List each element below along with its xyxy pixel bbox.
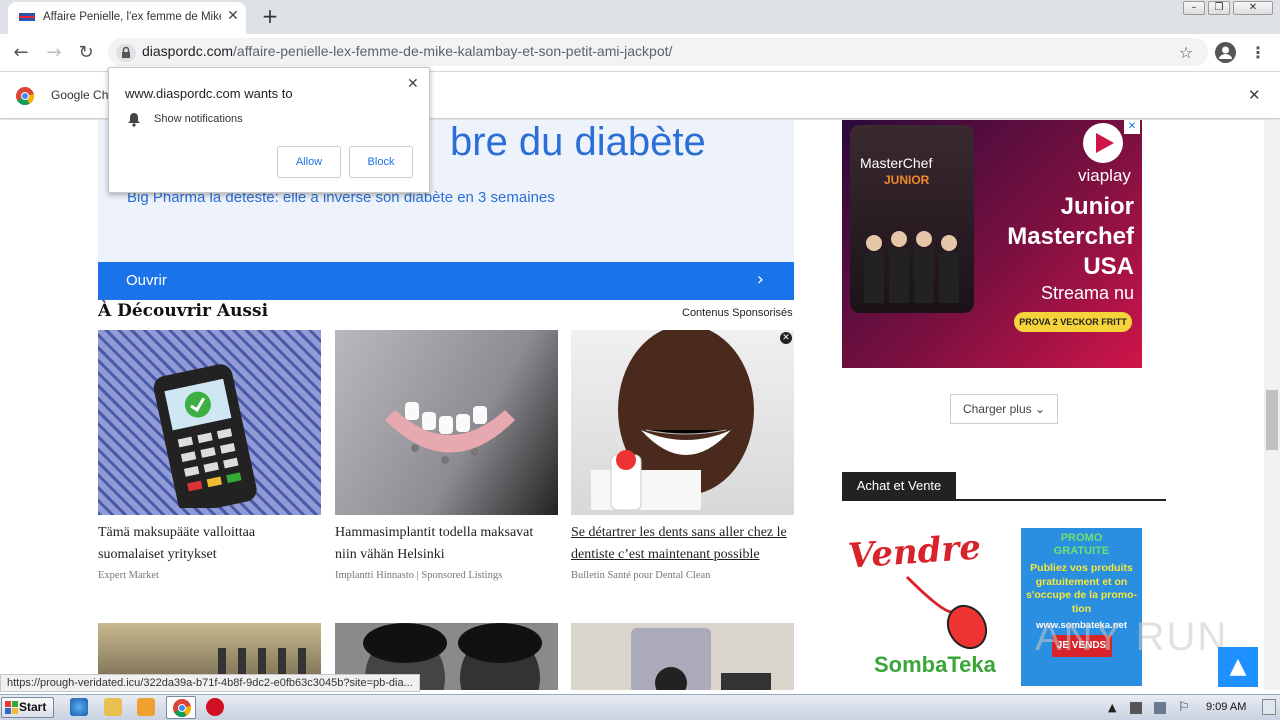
scrollbar-thumb[interactable] — [1266, 390, 1278, 450]
bell-icon — [128, 113, 140, 127]
ad-open-button[interactable]: Ouvrir › — [98, 262, 794, 300]
lock-icon[interactable] — [116, 44, 136, 62]
card-title[interactable]: Tämä maksupääte valloittaa suomalaiset y… — [98, 522, 321, 566]
sombateka-ad[interactable]: Vendre SombaTeka — [842, 527, 1012, 686]
ad-close-icon[interactable]: ✕ — [780, 332, 792, 344]
card-title[interactable]: Hammasimplantit todella maksavat niin vä… — [335, 522, 558, 566]
profile-avatar-icon[interactable] — [1215, 42, 1236, 63]
new-tab-button[interactable]: + — [258, 5, 282, 29]
recommendation-card[interactable]: Hammasimplantit todella maksavat niin vä… — [335, 330, 558, 581]
tray-arrow-icon[interactable]: ▲ — [1108, 701, 1116, 714]
adchoices-close-icon[interactable]: ✕ — [1124, 120, 1140, 134]
site-favicon-icon — [19, 13, 35, 21]
tray-network-icon[interactable] — [1130, 702, 1142, 714]
viaplay-line2: Masterchef — [1007, 223, 1134, 250]
chrome-icon — [173, 699, 191, 717]
tab-title: Affaire Penielle, l'ex femme de Mike K — [43, 11, 221, 23]
minimize-button[interactable]: – — [1183, 1, 1205, 15]
card-image-dental-implant[interactable] — [335, 330, 558, 515]
show-desktop-button[interactable] — [1262, 699, 1276, 715]
chrome-logo-icon — [16, 87, 34, 105]
ad-open-label: Ouvrir — [126, 272, 167, 289]
masterchef-title: MasterChef — [860, 155, 933, 171]
back-icon[interactable]: ← — [9, 42, 33, 64]
popup-title: www.diaspordc.com wants to — [125, 86, 293, 101]
load-more-label: Charger plus — [962, 402, 1032, 416]
viaplay-line1: Junior — [1060, 193, 1134, 220]
viaplay-stream: Streama nu — [1040, 283, 1134, 303]
vendre-text: Vendre — [846, 527, 983, 577]
internet-explorer-icon[interactable] — [70, 698, 88, 716]
masterchef-subtitle: JUNIOR — [884, 173, 930, 187]
url-text[interactable]: diaspordc.com/affaire-penielle-lex-femme… — [142, 43, 672, 59]
clock[interactable]: 9:09 AM — [1206, 701, 1246, 713]
recommendation-card[interactable]: Tämä maksupääte valloittaa suomalaiset y… — [98, 330, 321, 581]
chrome-taskbar-button[interactable] — [166, 696, 196, 719]
card-title[interactable]: Se détartrer les dents sans aller chez l… — [571, 522, 794, 566]
status-bar-url: https://prough-veridated.icu/322da39a-b7… — [0, 674, 420, 692]
scroll-to-top-button[interactable]: ▲ — [1218, 647, 1258, 687]
start-button[interactable]: Start — [1, 697, 54, 718]
section-heading: À Découvrir Aussi — [98, 301, 269, 321]
restore-button[interactable]: ❐ — [1208, 1, 1230, 15]
chevron-right-icon: › — [756, 269, 764, 290]
viaplay-brand: viaplay — [1078, 166, 1131, 185]
close-window-button[interactable]: ✕ — [1233, 1, 1273, 15]
section-title: Achat et Vente — [842, 472, 956, 499]
card-image-smiling-man[interactable]: ✕ — [571, 330, 794, 515]
allow-button[interactable]: Allow — [277, 146, 341, 178]
mouse-icon — [905, 575, 988, 650]
url-domain: diaspordc.com — [142, 43, 234, 59]
card-source: Implantti Hinnasto | Sponsored Listings — [335, 570, 503, 581]
popup-permission: Show notifications — [154, 113, 243, 125]
viaplay-line3: USA — [1083, 253, 1134, 280]
load-more-button[interactable]: Charger plus ⌄ — [950, 394, 1058, 424]
sponsored-label[interactable]: Contenus Sponsorisés — [682, 307, 793, 319]
infobar-close-icon[interactable]: ✕ — [1248, 86, 1261, 104]
bookmark-star-icon[interactable]: ☆ — [1174, 42, 1198, 64]
notification-permission-popup: www.diaspordc.com wants to ✕ Show notifi… — [108, 67, 430, 193]
tab-strip: Affaire Penielle, l'ex femme de Mike K ✕… — [0, 0, 1280, 34]
chevron-down-icon: ⌄ — [1034, 402, 1046, 416]
promo-ad[interactable]: PROMO GRATUITE Publiez vos produits grat… — [1021, 528, 1142, 686]
card-image-row2[interactable] — [571, 623, 794, 690]
file-explorer-icon[interactable] — [104, 698, 122, 716]
start-label: Start — [19, 700, 47, 714]
tray-flag-icon[interactable]: ⚐ — [1178, 700, 1190, 715]
ad-decor-icon: Santé — [690, 120, 750, 260]
vertical-scrollbar[interactable] — [1264, 120, 1280, 690]
block-button[interactable]: Block — [349, 146, 413, 178]
windows-logo-icon — [5, 701, 18, 714]
recommendation-card[interactable]: ✕ Se détartrer les dents sans aller chez… — [571, 330, 794, 581]
viaplay-logo-icon — [1083, 123, 1123, 163]
sombateka-brand: SombaTeka — [874, 652, 996, 677]
web-page: bre du diabète Big Pharma la déteste: el… — [0, 120, 1264, 690]
tab-close-icon[interactable]: ✕ — [225, 8, 241, 24]
viaplay-headline: Junior Masterchef USA — [988, 192, 1134, 282]
card-image-payment-terminal[interactable] — [98, 330, 321, 515]
url-path: /affaire-penielle-lex-femme-de-mike-kala… — [233, 43, 673, 59]
infobar-label: Google Ch — [51, 88, 109, 102]
promo-title: PROMO GRATUITE — [1053, 532, 1110, 557]
windows-taskbar: Start ▲ ⚐ 9:09 AM — [0, 694, 1280, 720]
masterchef-poster: MasterChef JUNIOR — [850, 125, 974, 313]
reload-icon[interactable]: ↻ — [74, 42, 98, 64]
promo-text: Publiez vos produits gratuitement et on … — [1025, 562, 1138, 615]
viaplay-cta-button[interactable]: PROVA 2 VECKOR FRITT — [1014, 312, 1132, 332]
forward-icon[interactable]: → — [42, 42, 66, 64]
popup-close-icon[interactable]: ✕ — [407, 76, 419, 92]
viaplay-ad[interactable]: MasterChef JUNIOR ✕ viaplay Junior Maste… — [842, 120, 1142, 368]
browser-tab[interactable]: Affaire Penielle, l'ex femme de Mike K ✕ — [8, 2, 246, 34]
antivirus-icon[interactable] — [206, 698, 224, 716]
media-player-icon[interactable] — [137, 698, 155, 716]
ad-headline: bre du diabète — [450, 120, 706, 164]
menu-kebab-icon[interactable]: ⋮ — [1246, 42, 1270, 64]
card-source: Expert Market — [98, 570, 159, 581]
section-header: Achat et Vente — [842, 472, 1166, 501]
card-source: Bulletin Santé pour Dental Clean — [571, 570, 711, 581]
tray-monitor-icon[interactable] — [1154, 702, 1166, 714]
anyrun-watermark: ANY RUN — [1035, 615, 1229, 659]
